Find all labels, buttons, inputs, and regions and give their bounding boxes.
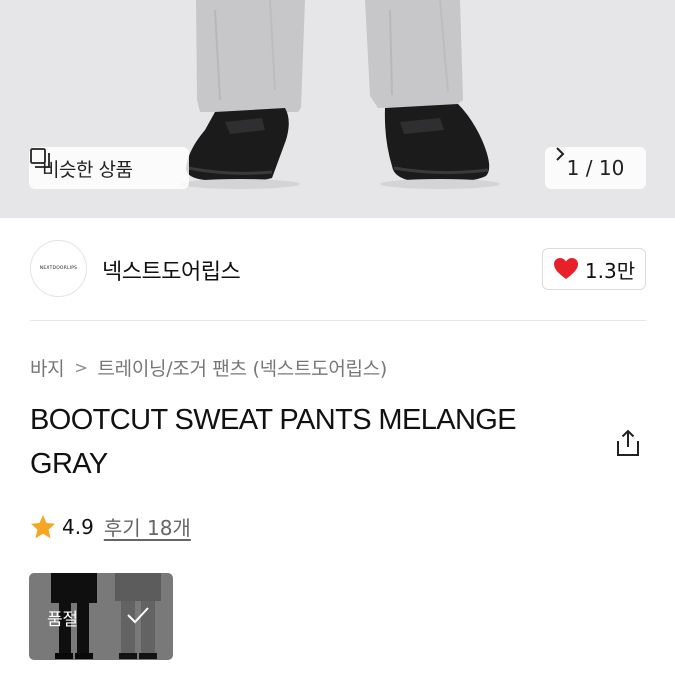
like-button[interactable]: 1.3만: [542, 248, 646, 290]
heart-icon: [553, 258, 578, 279]
pager-separator: /: [579, 156, 599, 180]
check-icon: [127, 607, 149, 624]
breadcrumb-item-training-pants[interactable]: 트레이닝/조거 팬츠 (넥스트도어립스): [97, 354, 387, 381]
similar-items-label: 비슷한 상품: [42, 158, 133, 181]
chevron-right-icon: >: [74, 358, 88, 377]
brand-logo[interactable]: NEXTDOORLIPS: [30, 240, 87, 297]
product-title-line2: GRAY: [30, 448, 108, 480]
product-title-line1: BOOTCUT SWEAT PANTS MELANGE: [30, 404, 517, 436]
chevron-right-icon: [556, 147, 565, 161]
divider: [30, 320, 646, 321]
breadcrumb: 바지 > 트레이닝/조거 팬츠 (넥스트도어립스): [30, 354, 387, 381]
share-icon[interactable]: [613, 428, 643, 458]
pager-total: 10: [598, 156, 625, 180]
rating-row: 4.9 후기 18개: [30, 512, 191, 541]
soldout-label: 품절: [47, 610, 78, 630]
pager-current: 1: [566, 156, 580, 180]
rating-score: 4.9: [62, 514, 94, 539]
reviews-link[interactable]: 후기 18개: [104, 512, 191, 541]
brand-logo-text: NEXTDOORLIPS: [39, 266, 78, 271]
product-hero-image[interactable]: 비슷한 상품 1 / 10: [0, 0, 675, 218]
like-count: 1.3만: [584, 258, 636, 283]
image-pager[interactable]: 1 / 10: [545, 147, 646, 189]
similar-items-button[interactable]: 비슷한 상품: [29, 147, 189, 189]
brand-row: NEXTDOORLIPS 넥스트도어립스 1.3만: [30, 240, 646, 298]
brand-name[interactable]: 넥스트도어립스: [102, 254, 241, 286]
option-thumbnail[interactable]: 품절: [29, 573, 173, 660]
breadcrumb-item-pants[interactable]: 바지: [30, 354, 65, 381]
star-icon: [31, 514, 55, 538]
product-title: BOOTCUT SWEAT PANTS MELANGE GRAY: [30, 398, 590, 486]
similar-items-icon: [30, 148, 50, 168]
